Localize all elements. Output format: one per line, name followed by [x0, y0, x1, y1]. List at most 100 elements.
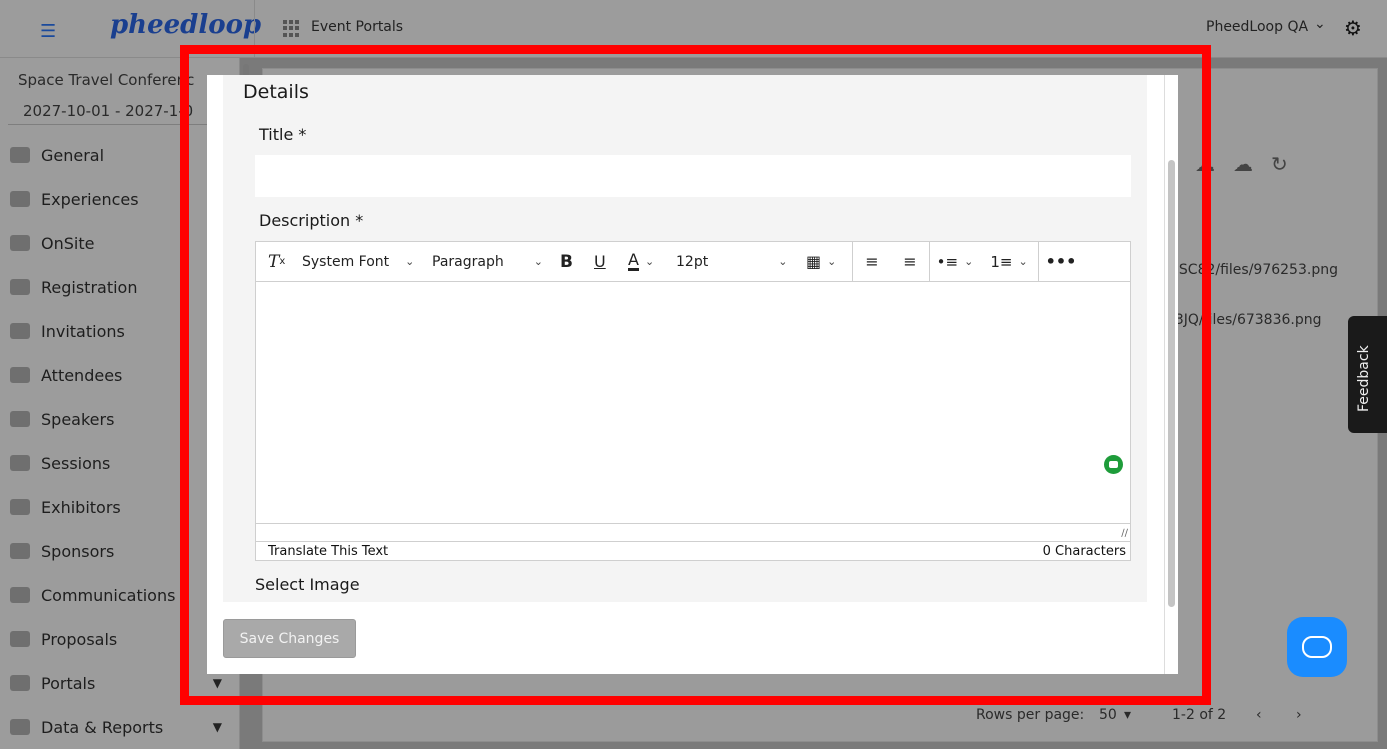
- screen-icon: [10, 455, 30, 471]
- sidebar-item-label: Invitations: [41, 321, 125, 341]
- caret-down-icon[interactable]: ▼: [213, 720, 222, 734]
- sidebar-item-label: OnSite: [41, 233, 95, 253]
- select-image-label: Select Image: [255, 575, 360, 594]
- text-color-icon[interactable]: A ⌄: [628, 242, 676, 282]
- sidebar-item-general[interactable]: General: [10, 143, 230, 167]
- rows-per-page-select[interactable]: 50: [1099, 707, 1117, 723]
- editor-resize-bar[interactable]: ∕∕: [256, 523, 1130, 541]
- title-input[interactable]: [255, 155, 1131, 197]
- event-name: Space Travel Conferenc: [18, 71, 195, 89]
- character-count: 0 Characters: [1042, 544, 1126, 559]
- file-link[interactable]: G3J​Q/files/673836.png: [1164, 312, 1322, 328]
- chevron-right-icon[interactable]: ›: [1296, 707, 1302, 723]
- gear-icon[interactable]: ⚙: [1344, 16, 1362, 40]
- description-label: Description *: [259, 211, 364, 230]
- divider: [8, 124, 230, 125]
- store-icon: [10, 499, 30, 515]
- sidebar-item-onsite[interactable]: OnSite: [10, 231, 230, 255]
- sidebar-item-label: Speakers: [41, 409, 115, 429]
- sidebar-item-exhibitors[interactable]: Exhibitors: [10, 495, 230, 519]
- sidebar-item-proposals[interactable]: Proposals: [10, 627, 230, 651]
- cart-icon: [10, 279, 30, 295]
- font-size-value: 12pt: [676, 253, 709, 270]
- sidebar-item-label: Sponsors: [41, 541, 115, 561]
- sidebar-item-label: Sessions: [41, 453, 111, 473]
- sidebar-item-data-reports[interactable]: Data & Reports ▼: [10, 715, 230, 739]
- cloud-download-icon[interactable]: ☁: [1195, 152, 1233, 176]
- chevron-left-icon[interactable]: ‹: [1256, 707, 1262, 723]
- font-family-value: System Font: [302, 253, 390, 270]
- sidebar-item-invitations[interactable]: Invitations: [10, 319, 230, 343]
- feedback-label: Feedback: [1356, 345, 1372, 412]
- mail-icon: [10, 323, 30, 339]
- file-link[interactable]: 9SC​82/files/976253.png: [1170, 262, 1338, 278]
- description-editor-area[interactable]: [256, 283, 1130, 523]
- chat-button[interactable]: [1287, 617, 1347, 677]
- modal-scrollbar[interactable]: [1164, 75, 1178, 674]
- bold-icon[interactable]: B: [560, 242, 594, 282]
- rich-text-editor: Tx System Font ⌄ Paragraph ⌄ B U A ⌄ 12pt ⌄ …: [255, 241, 1131, 561]
- feedback-tab[interactable]: Feedback: [1348, 316, 1387, 433]
- sidebar-item-label: Portals: [41, 673, 96, 693]
- chart-icon: [10, 719, 30, 735]
- sidebar: Space Travel Conferenc 2027-10-01 - 2027…: [0, 58, 240, 749]
- sidebar-item-label: Data & Reports: [41, 717, 164, 737]
- refresh-icon[interactable]: ↻: [1271, 152, 1306, 176]
- people-icon: [10, 367, 30, 383]
- more-options-icon[interactable]: •••: [1039, 242, 1083, 282]
- cloud-upload-icon[interactable]: ☁: [1233, 152, 1271, 176]
- chevron-down-icon: ⌄: [964, 255, 974, 268]
- caret-down-icon[interactable]: ▼: [213, 676, 222, 690]
- resize-grip-icon[interactable]: ∕∕: [1121, 528, 1128, 539]
- section-title: Details: [243, 81, 309, 103]
- font-family-select[interactable]: System Font ⌄: [302, 242, 432, 282]
- details-modal: Details Title * Description * Tx System …: [207, 75, 1178, 674]
- translate-text-button[interactable]: Translate This Text: [268, 544, 388, 559]
- save-changes-button[interactable]: Save Changes: [223, 619, 356, 658]
- underline-icon[interactable]: U: [594, 242, 628, 282]
- sidebar-item-sponsors[interactable]: Sponsors: [10, 539, 230, 563]
- sidebar-item-sessions[interactable]: Sessions: [10, 451, 230, 475]
- table-actions-toolbar[interactable]: ☁☁↻: [1195, 152, 1306, 176]
- clear-formatting-icon[interactable]: Tx: [256, 242, 302, 282]
- sidebar-item-registration[interactable]: Registration: [10, 275, 230, 299]
- chevron-down-icon: ⌄: [827, 255, 837, 268]
- topbar-divider: [254, 0, 255, 58]
- block-format-select[interactable]: Paragraph ⌄: [432, 242, 560, 282]
- sidebar-item-communications[interactable]: Communications: [10, 583, 230, 607]
- chevron-down-icon: ⌄: [1018, 255, 1028, 268]
- table-icon[interactable]: ▦ ⌄: [806, 242, 852, 282]
- app-grid-icon[interactable]: [283, 20, 300, 37]
- numbered-list-icon[interactable]: 1≡ ⌄: [980, 242, 1038, 282]
- modal-scrollbar-thumb[interactable]: [1168, 160, 1175, 607]
- chevron-down-icon[interactable]: ⌄: [1314, 16, 1326, 32]
- hamburger-icon[interactable]: ☰: [40, 21, 56, 42]
- chevron-down-icon: ⌄: [644, 255, 655, 268]
- mail-icon: [10, 587, 30, 603]
- font-size-select[interactable]: 12pt ⌄: [676, 242, 806, 282]
- sidebar-item-label: Experiences: [41, 189, 139, 209]
- event-dates: 2027-10-01 - 2027-1​-0: [23, 102, 194, 120]
- pheedloop-logo[interactable]: pheedloop: [110, 10, 261, 40]
- caret-down-icon[interactable]: ▾: [1124, 707, 1131, 723]
- sidebar-item-speakers[interactable]: Speakers: [10, 407, 230, 431]
- globe-icon: [10, 675, 30, 691]
- speaker-icon: [10, 411, 30, 427]
- ai-assistant-icon[interactable]: [1104, 455, 1123, 474]
- sidebar-item-label: Attendees: [41, 365, 123, 385]
- align-center-icon[interactable]: ≡: [891, 242, 929, 282]
- chat-bubble-icon: [1302, 636, 1332, 658]
- document-icon: [10, 631, 30, 647]
- sidebar-item-attendees[interactable]: Attendees: [10, 363, 230, 387]
- sidebar-item-portals[interactable]: Portals ▼: [10, 671, 230, 695]
- sidebar-item-experiences[interactable]: Experiences: [10, 187, 230, 211]
- chevron-down-icon: ⌄: [405, 255, 415, 268]
- account-menu[interactable]: PheedLoop QA: [1206, 19, 1308, 35]
- align-left-icon[interactable]: ≡: [853, 242, 891, 282]
- bullet-list-icon[interactable]: •≡ ⌄: [930, 242, 980, 282]
- chevron-down-icon: ⌄: [533, 255, 543, 268]
- breadcrumb[interactable]: Event Portals: [311, 19, 403, 35]
- editor-statusbar: Translate This Text 0 Characters: [256, 541, 1130, 560]
- sidebar-item-label: General: [41, 145, 105, 165]
- badge-icon: [10, 543, 30, 559]
